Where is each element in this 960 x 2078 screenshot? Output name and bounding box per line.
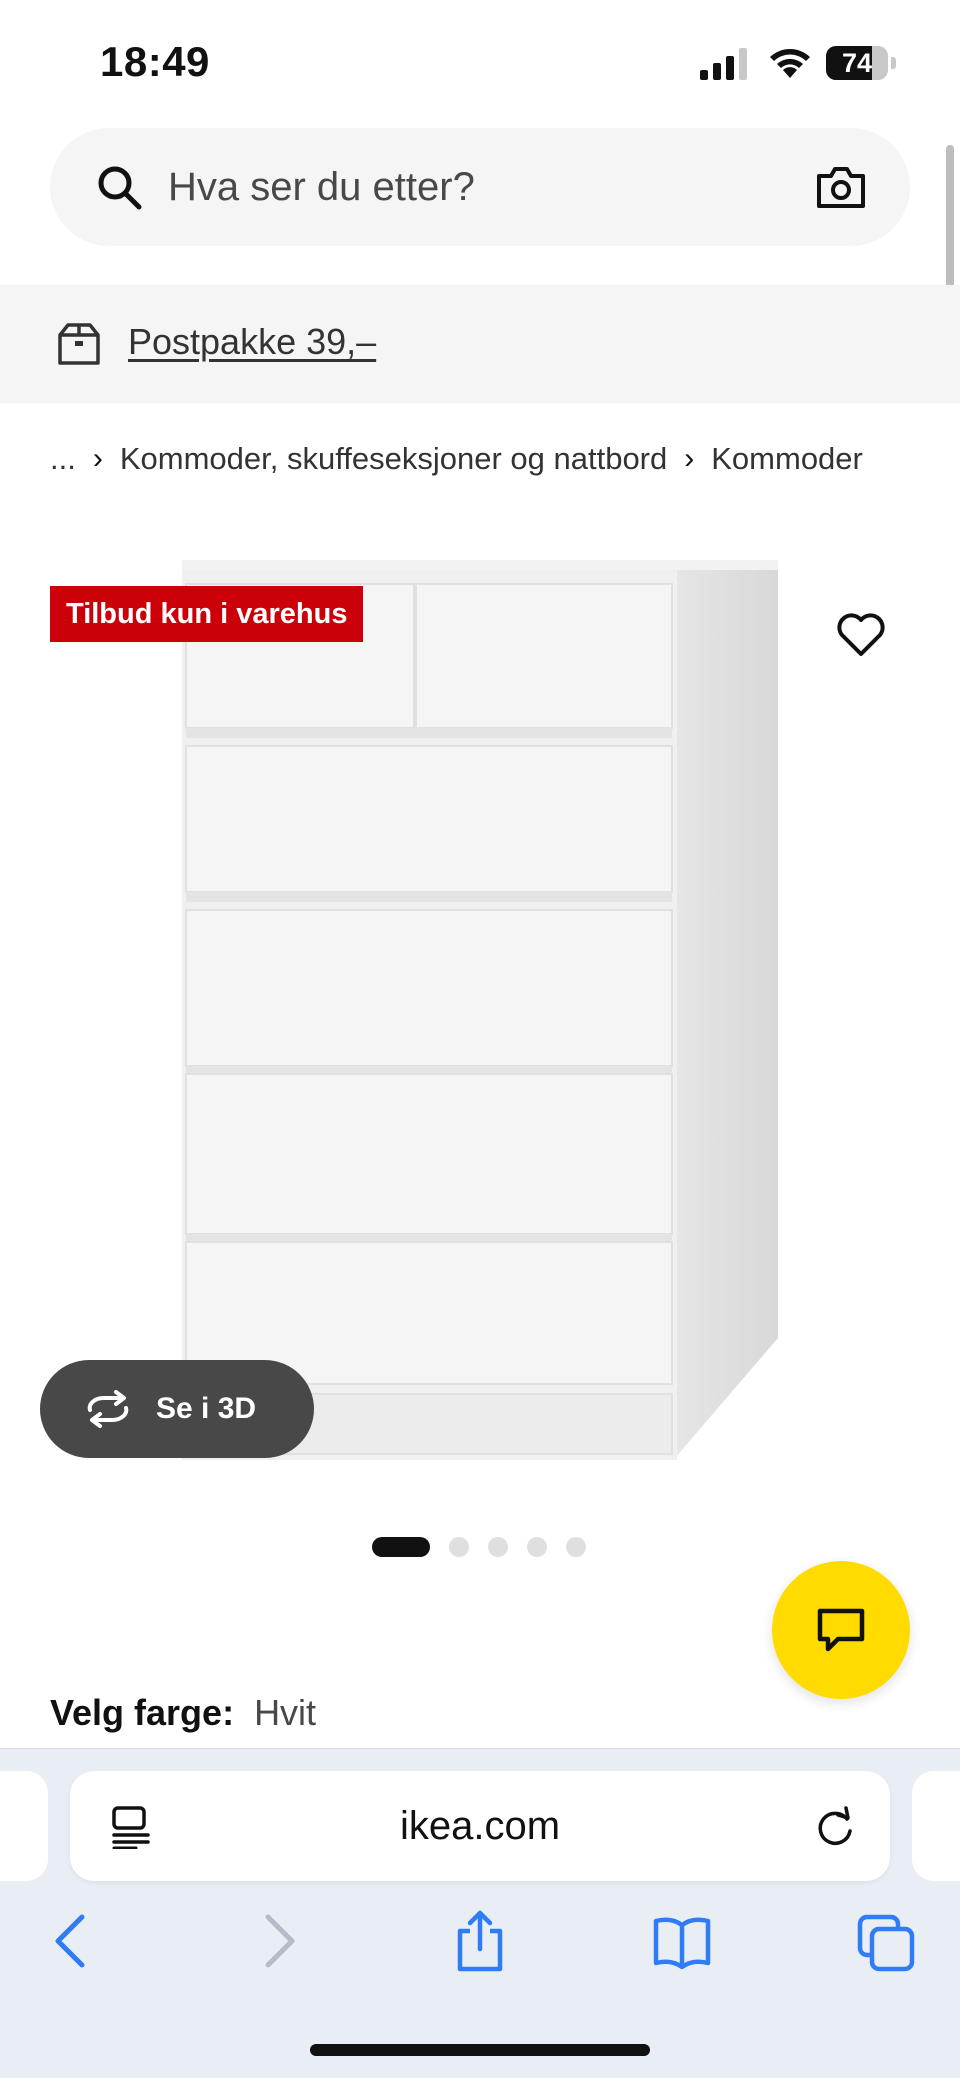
chat-button[interactable] — [772, 1561, 910, 1699]
status-bar: 18:49 74 — [0, 0, 960, 120]
search-icon — [98, 166, 142, 210]
bookmarks-icon[interactable] — [652, 1909, 712, 1973]
offer-badge: Tilbud kun i varehus — [50, 586, 364, 642]
breadcrumb-item-kommoder-skuffeseksjoner[interactable]: Kommoder, skuffeseksjoner og nattbord — [120, 441, 667, 477]
back-icon[interactable] — [42, 1909, 102, 1973]
address-bar[interactable]: ikea.com — [70, 1771, 890, 1881]
url-text[interactable]: ikea.com — [70, 1771, 890, 1881]
breadcrumb-ellipsis[interactable]: ... — [50, 441, 76, 477]
view-in-3d-label: Se i 3D — [156, 1392, 257, 1425]
pagination-dot[interactable] — [449, 1537, 469, 1557]
delivery-banner: Postpakke 39,– — [0, 285, 960, 403]
view-in-3d-button[interactable]: Se i 3D — [40, 1360, 314, 1458]
rotate-icon — [87, 1390, 129, 1428]
breadcrumb-item-kommoder[interactable]: Kommoder — [711, 441, 863, 477]
battery-indicator: 74 — [826, 46, 896, 80]
cellular-signal-icon — [700, 48, 747, 80]
wifi-icon — [770, 49, 810, 78]
page-scrollbar[interactable] — [946, 145, 954, 295]
browser-nav-row — [0, 1909, 960, 1989]
image-pagination[interactable] — [372, 1537, 605, 1557]
status-time: 18:49 — [100, 38, 210, 85]
color-selector-label: Velg farge: — [50, 1692, 235, 1733]
forward-icon[interactable] — [248, 1909, 308, 1973]
share-icon[interactable] — [450, 1909, 510, 1973]
color-selector[interactable]: Velg farge: Hvit — [50, 1688, 316, 1738]
browser-toolbar: ikea.com — [0, 1748, 960, 2078]
search-bar[interactable] — [50, 128, 910, 246]
chat-icon — [817, 1608, 865, 1652]
chevron-right-icon: › — [684, 442, 695, 475]
heart-icon[interactable] — [836, 612, 886, 658]
chevron-right-icon: › — [92, 442, 103, 475]
home-indicator[interactable] — [310, 2044, 650, 2056]
pagination-dot[interactable] — [527, 1537, 547, 1557]
product-gallery[interactable]: Tilbud kun i varehus Se i 3D — [0, 530, 960, 1460]
search-input[interactable] — [168, 128, 768, 246]
next-tab-preview[interactable] — [912, 1771, 960, 1881]
reload-icon[interactable] — [814, 1805, 856, 1849]
camera-icon[interactable] — [816, 164, 866, 210]
pagination-dot[interactable] — [488, 1537, 508, 1557]
pagination-dot[interactable] — [566, 1537, 586, 1557]
color-selector-value: Hvit — [254, 1692, 317, 1733]
pagination-dot[interactable] — [372, 1537, 430, 1557]
tabs-icon[interactable] — [856, 1909, 916, 1973]
previous-tab-preview[interactable] — [0, 1771, 48, 1881]
box-icon — [58, 323, 100, 365]
product-image — [182, 560, 778, 1460]
battery-percent: 74 — [841, 48, 873, 78]
postpakke-link[interactable]: Postpakke 39,– — [128, 321, 376, 363]
breadcrumb: ... › Kommoder, skuffeseksjoner og nattb… — [50, 434, 863, 484]
